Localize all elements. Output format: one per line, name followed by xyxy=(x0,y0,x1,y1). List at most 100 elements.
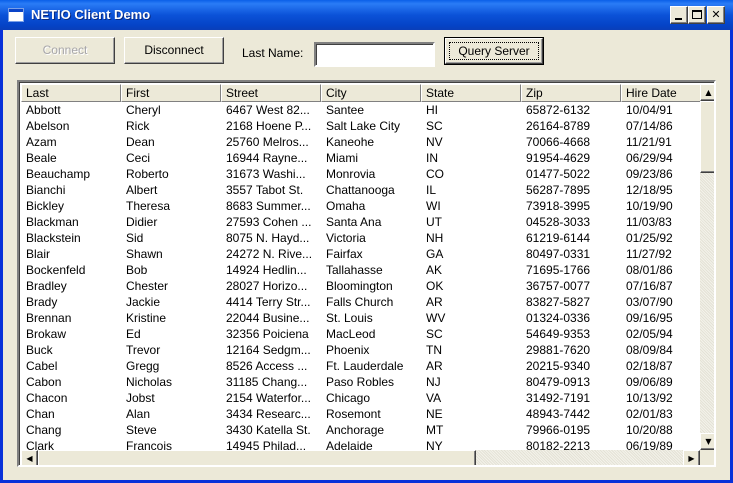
cell-hire-date: 09/16/95 xyxy=(626,311,673,325)
cell-hire-date: 10/13/92 xyxy=(626,391,673,405)
up-arrow-icon: ▲ xyxy=(705,88,712,97)
column-header-last[interactable]: Last xyxy=(21,84,121,102)
table-row[interactable]: Chang Steve 3430 Katella St. Anchorage MT 799… xyxy=(21,422,701,438)
table-row[interactable]: Brennan Kristine 22044 Busine... St. Louis W… xyxy=(21,310,701,326)
cell-hire-date: 02/05/94 xyxy=(626,327,673,341)
cell-street: 6467 West 82... xyxy=(226,103,310,117)
cell-state: AK xyxy=(426,263,443,277)
close-button[interactable]: ✕ xyxy=(707,6,725,24)
cell-last: Blackstein xyxy=(26,231,81,245)
column-header-street[interactable]: Street xyxy=(221,84,321,102)
cell-zip: 79966-0195 xyxy=(526,423,591,437)
cell-state: UT xyxy=(426,215,442,229)
table-row[interactable]: Blackstein Sid 8075 N. Hayd... Victoria NH 61… xyxy=(21,230,701,246)
scroll-right-button[interactable]: ▶ xyxy=(683,450,700,465)
cell-first: Dean xyxy=(126,135,155,149)
cell-street: 3434 Researc... xyxy=(226,407,311,421)
query-server-button[interactable]: Query Server xyxy=(444,37,544,65)
cell-hire-date: 10/19/90 xyxy=(626,199,673,213)
list-body: Abbott Cheryl 6467 West 82... Santee HI 65872… xyxy=(21,102,701,454)
table-row[interactable]: Blackman Didier 27593 Cohen ... Santa Ana UT… xyxy=(21,214,701,230)
column-header-city[interactable]: City xyxy=(321,84,421,102)
table-row[interactable]: Bockenfeld Bob 14924 Hedlin... Tallahasse AK… xyxy=(21,262,701,278)
cell-state: AR xyxy=(426,295,443,309)
cell-last: Brokaw xyxy=(26,327,67,341)
cell-hire-date: 08/01/86 xyxy=(626,263,673,277)
column-header-first[interactable]: First xyxy=(121,84,221,102)
cell-last: Brady xyxy=(26,295,58,309)
cell-first: Alan xyxy=(126,407,151,421)
maximize-button[interactable] xyxy=(688,6,706,24)
table-row[interactable]: Chan Alan 3434 Researc... Rosemont NE 48943-7… xyxy=(21,406,701,422)
cell-street: 25760 Melros... xyxy=(226,135,309,149)
table-row[interactable]: Bianchi Albert 3557 Tabot St. Chattanooga IL… xyxy=(21,182,701,198)
cell-city: Chicago xyxy=(326,391,371,405)
cell-last: Cabon xyxy=(26,375,62,389)
column-header-state[interactable]: State xyxy=(421,84,521,102)
table-row[interactable]: Cabel Gregg 8526 Access ... Ft. Lauderdale A… xyxy=(21,358,701,374)
scroll-up-button[interactable]: ▲ xyxy=(700,84,714,101)
cell-city: Ft. Lauderdale xyxy=(326,359,404,373)
horizontal-scroll-thumb[interactable] xyxy=(38,450,476,465)
vertical-scroll-thumb[interactable] xyxy=(700,101,714,173)
cell-state: IN xyxy=(426,151,438,165)
cell-city: Phoenix xyxy=(326,343,370,357)
minimize-button[interactable] xyxy=(670,6,688,24)
table-row[interactable]: Buck Trevor 12164 Sedgm... Phoenix TN 29881-7… xyxy=(21,342,701,358)
table-row[interactable]: Bickley Theresa 8683 Summer... Omaha WI 73918… xyxy=(21,198,701,214)
connect-button[interactable]: Connect xyxy=(15,37,115,64)
scroll-down-button[interactable]: ▼ xyxy=(700,433,714,450)
table-row[interactable]: Azam Dean 25760 Melros... Kaneohe NV 70066-46… xyxy=(21,134,701,150)
cell-street: 22044 Busine... xyxy=(226,311,310,325)
table-row[interactable]: Brokaw Ed 32356 Poiciena MacLeod SC 54649-935… xyxy=(21,326,701,342)
cell-city: Bloomington xyxy=(326,279,393,293)
table-row[interactable]: Beauchamp Roberto 31673 Washi... Monrovia CO… xyxy=(21,166,701,182)
cell-street: 27593 Cohen ... xyxy=(226,215,312,229)
cell-first: Cheryl xyxy=(126,103,161,117)
column-header-zip[interactable]: Zip xyxy=(521,84,621,102)
cell-first: Bob xyxy=(126,263,148,277)
cell-state: HI xyxy=(426,103,438,117)
column-header-hire-date[interactable]: Hire Date xyxy=(621,84,703,102)
table-row[interactable]: Abbott Cheryl 6467 West 82... Santee HI 65872… xyxy=(21,102,701,118)
table-row[interactable]: Bradley Chester 28027 Horizo... Bloomington… xyxy=(21,278,701,294)
cell-last: Azam xyxy=(26,135,57,149)
disconnect-button[interactable]: Disconnect xyxy=(124,37,224,64)
table-row[interactable]: Abelson Rick 2168 Hoene P... Salt Lake City… xyxy=(21,118,701,134)
right-arrow-icon: ▶ xyxy=(688,454,695,463)
cell-zip: 01477-5022 xyxy=(526,167,591,181)
connect-button-label: Connect xyxy=(42,43,88,57)
cell-first: Shawn xyxy=(126,247,163,261)
cell-last: Chan xyxy=(26,407,55,421)
cell-last: Cabel xyxy=(26,359,58,373)
cell-last: Abelson xyxy=(26,119,70,133)
last-name-input[interactable] xyxy=(314,42,435,67)
cell-city: Tallahasse xyxy=(326,263,383,277)
employee-list[interactable]: Last First Street City State Zip Hire Date Abb… xyxy=(17,80,716,467)
cell-first: Steve xyxy=(126,423,157,437)
last-name-label: Last Name: xyxy=(242,46,304,60)
cell-state: IL xyxy=(426,183,437,197)
table-row[interactable]: Cabon Nicholas 31185 Chang... Paso Robles NJ… xyxy=(21,374,701,390)
cell-hire-date: 02/01/83 xyxy=(626,407,673,421)
cell-state: NV xyxy=(426,135,443,149)
cell-street: 8075 N. Hayd... xyxy=(226,231,310,245)
cell-state: NE xyxy=(426,407,443,421)
cell-last: Bickley xyxy=(26,199,65,213)
cell-city: Paso Robles xyxy=(326,375,395,389)
horizontal-scrollbar[interactable]: ◀ ▶ xyxy=(21,450,700,465)
table-row[interactable]: Blair Shawn 24272 N. Rive... Fairfax GA 80497… xyxy=(21,246,701,262)
cell-city: Anchorage xyxy=(326,423,385,437)
cell-zip: 26164-8789 xyxy=(526,119,591,133)
table-row[interactable]: Brady Jackie 4414 Terry Str... Falls Church… xyxy=(21,294,701,310)
cell-zip: 04528-3033 xyxy=(526,215,591,229)
cell-first: Gregg xyxy=(126,359,160,373)
title-bar[interactable]: NETIO Client Demo ✕ xyxy=(0,0,733,30)
cell-hire-date: 10/20/88 xyxy=(626,423,673,437)
scroll-left-button[interactable]: ◀ xyxy=(21,450,38,465)
vertical-scrollbar[interactable]: ▲ ▼ xyxy=(700,84,714,450)
table-row[interactable]: Chacon Jobst 2154 Waterfor... Chicago VA 3149… xyxy=(21,390,701,406)
cell-zip: 70066-4668 xyxy=(526,135,591,149)
table-row[interactable]: Beale Ceci 16944 Rayne... Miami IN 91954-4629… xyxy=(21,150,701,166)
cell-hire-date: 11/03/83 xyxy=(626,215,672,229)
